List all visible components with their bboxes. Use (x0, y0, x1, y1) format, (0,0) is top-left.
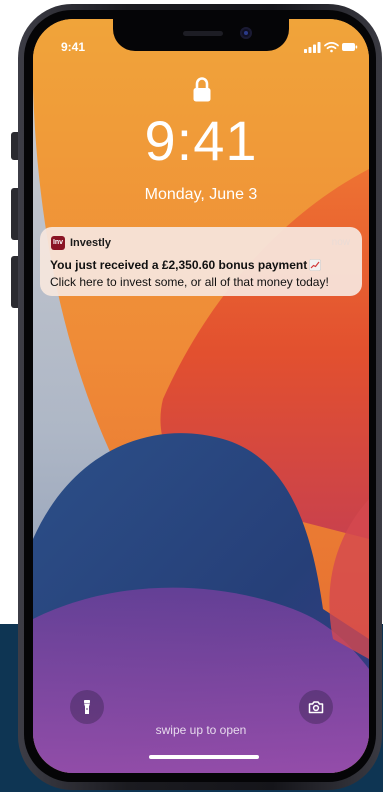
lock-icon (193, 77, 211, 102)
chart-increasing-icon (309, 259, 322, 271)
wifi-icon (324, 41, 339, 53)
camera-icon (308, 701, 324, 714)
cellular-signal-icon (304, 42, 321, 53)
lock-clock: 9:41 (144, 109, 258, 172)
notification-title-text: You just received a £2,350.60 bonus paym… (50, 258, 308, 272)
notch (113, 19, 289, 51)
investly-app-icon: Inv (51, 236, 65, 250)
status-icons (304, 41, 358, 53)
stage: 9:41 9:41 Monday, June 3 Inv Investly no… (0, 0, 383, 792)
notification-time: now (331, 237, 350, 248)
notification-title: You just received a £2,350.60 bonus paym… (50, 258, 322, 272)
notification-body: Click here to invest some, or all of tha… (50, 275, 329, 289)
lock-screen: 9:41 9:41 Monday, June 3 Inv Investly no… (33, 19, 369, 773)
swipe-up-hint: swipe up to open (155, 723, 247, 737)
camera-button[interactable] (299, 690, 333, 724)
status-time: 9:41 (61, 40, 86, 54)
flashlight-button[interactable] (70, 690, 104, 724)
battery-icon (342, 43, 358, 51)
flashlight-icon (84, 700, 90, 714)
lock-date: Monday, June 3 (144, 186, 258, 203)
front-camera (240, 27, 252, 39)
speaker-grille (183, 31, 223, 36)
camera-lens (244, 31, 248, 35)
home-indicator[interactable] (149, 755, 259, 759)
notification-app-name: Investly (70, 237, 111, 249)
notification-card[interactable]: Inv Investly now You just received a £2,… (40, 227, 362, 296)
